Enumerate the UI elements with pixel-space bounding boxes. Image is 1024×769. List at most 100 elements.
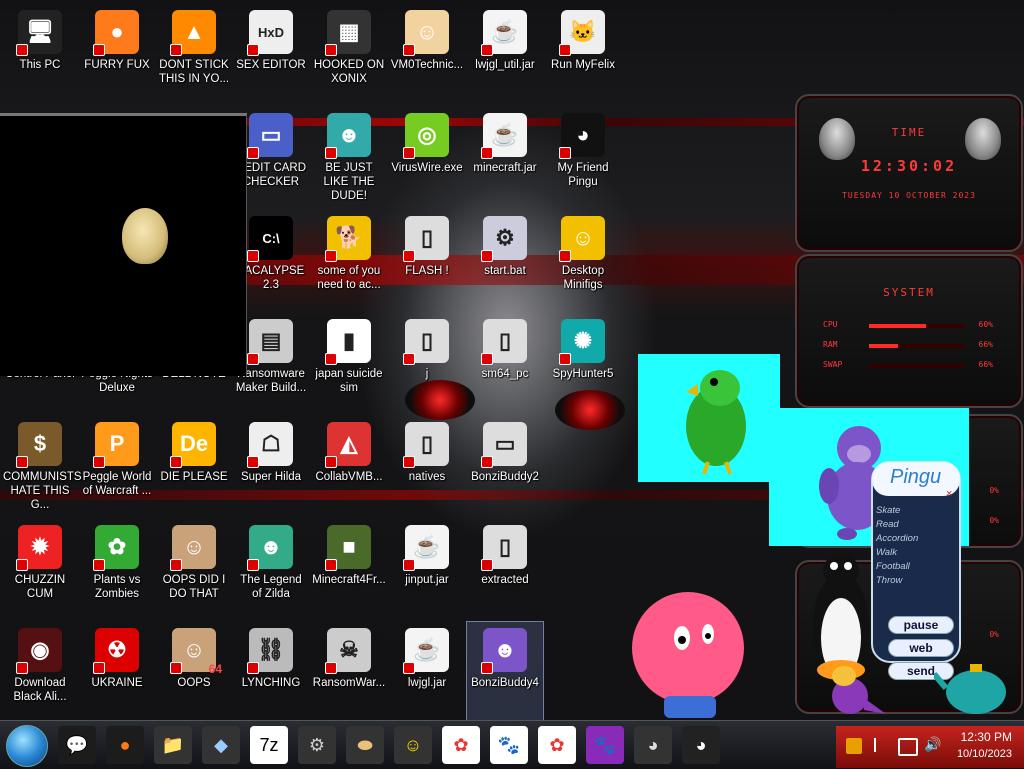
portrait-icon: ☺ 64 — [170, 628, 222, 676]
badge-64: 64 — [208, 662, 222, 676]
taskbar-chat-icon[interactable]: 💬 — [58, 726, 96, 764]
pingu-menu-item[interactable]: Accordion — [876, 532, 956, 546]
desktop-icon[interactable]: ☕ lwjgl.jar — [389, 622, 465, 720]
taskbar-pingu-icon[interactable]: ◕ — [682, 726, 720, 764]
taskbar-hello-kitty-icon[interactable]: ✿ — [538, 726, 576, 764]
shortcut-arrow-icon — [93, 456, 105, 468]
desktop-icon[interactable]: ▯ natives — [389, 416, 465, 516]
desktop-icon[interactable]: ▯ extracted — [467, 519, 543, 619]
shortcut-arrow-icon — [325, 662, 337, 674]
start-button[interactable] — [6, 725, 48, 767]
taskbar-mouse-icon[interactable]: ◕ — [634, 726, 672, 764]
desktop-icon[interactable]: 🖥 This PC — [2, 4, 78, 104]
desktop-icon[interactable]: $ COMMUNISTS HATE THIS G... — [2, 416, 82, 516]
desktop-icon-label: LYNCHING — [241, 677, 301, 689]
java-icon: ☕ — [481, 10, 527, 56]
desktop-icon[interactable]: P Peggle World of Warcraft ... — [79, 416, 155, 516]
desktop-icon[interactable]: ✹ CHUZZIN CUM — [2, 519, 78, 619]
desktop-icon[interactable]: ☺ Desktop Minifigs — [545, 210, 621, 310]
tray-date[interactable]: 10/10/2023 — [957, 748, 1012, 760]
system-stat-pct: 60% — [978, 320, 993, 329]
grass-block-icon: ■ — [325, 525, 371, 571]
desktop-icon[interactable]: ◕ My Friend Pingu — [545, 107, 621, 207]
taskbar-bread-icon[interactable]: ⬬ — [346, 726, 384, 764]
desktop-icon[interactable]: ✿ Plants vs Zombies — [79, 519, 155, 619]
desktop-icon[interactable]: ☕ lwjgl_util.jar — [467, 4, 543, 104]
pingu-menu-item[interactable]: Read — [876, 518, 956, 532]
desktop-icon-label: jinput.jar — [405, 574, 449, 586]
desktop-icon[interactable]: ☺ 64 OOPS — [156, 622, 232, 720]
desktop-icon-label: BonziBuddy2 — [471, 471, 539, 483]
pixel-game-icon: ☖ — [247, 422, 293, 468]
system-gadget[interactable]: SYSTEM CPU 60% RAM 66% SWAP 66% — [795, 254, 1023, 408]
desktop-icon[interactable]: ◉ Download Black Ali... — [2, 622, 78, 720]
flag-icon[interactable] — [874, 738, 890, 752]
desktop-icon[interactable]: ☕ minecraft.jar — [467, 107, 543, 207]
black-app-window[interactable] — [0, 113, 247, 376]
desktop-icon[interactable]: ▭ BonziBuddy2 — [467, 416, 543, 516]
desktop-icon[interactable]: ☻ The Legend of Zilda — [233, 519, 309, 619]
volume-icon[interactable]: 🔊 — [924, 736, 941, 753]
desktop-icon[interactable]: ☺ VM0Technic... — [389, 4, 465, 104]
taskbar-paw-icon[interactable]: 🐾 — [490, 726, 528, 764]
parrot-window[interactable] — [638, 354, 780, 482]
desktop-icon[interactable]: 🐱 Run MyFelix — [545, 4, 621, 104]
desktop-icon-label: VirusWire.exe — [391, 162, 463, 174]
taskbar-paw-purple-icon[interactable]: 🐾 — [586, 726, 624, 764]
desktop-icon[interactable]: ✺ SpyHunter5 — [545, 313, 621, 413]
desktop-icon[interactable]: ▯ sm64_pc — [467, 313, 543, 413]
taskbar-hello-kitty-icon[interactable]: ✿ — [442, 726, 480, 764]
taskbar-notes-icon[interactable]: ◆ — [202, 726, 240, 764]
taskbar-firefox-icon[interactable]: ● — [106, 726, 144, 764]
desktop-icon[interactable]: ▮ japan suicide sim — [311, 313, 387, 413]
pingu-menu-item[interactable]: Football — [876, 560, 956, 574]
desktop-icon[interactable]: ● FURRY FUX — [79, 4, 155, 104]
desktop-icon[interactable]: 🐕 some of you need to ac... — [311, 210, 387, 310]
document-icon: ▮ — [325, 319, 371, 365]
radiation-icon: ☢ — [93, 628, 139, 674]
desktop-icon[interactable]: HxD SEX EDITOR — [233, 4, 309, 104]
taskbar-setup-icon[interactable]: ⚙ — [298, 726, 336, 764]
network-icon[interactable] — [898, 738, 918, 756]
desktop-icon[interactable]: ▲ DONT STICK THIS IN YO... — [156, 4, 232, 104]
tray-time[interactable]: 12:30 PM — [961, 730, 1012, 744]
desktop-icon[interactable]: ▯ FLASH ! — [389, 210, 465, 310]
pingu-menu-item[interactable]: Throw — [876, 574, 956, 588]
desktop-icon[interactable]: ☻ BE JUST LIKE THE DUDE! — [311, 107, 387, 207]
taskbar-homer-icon[interactable]: ☺ — [394, 726, 432, 764]
desktop-icon[interactable]: ☖ Super Hilda — [233, 416, 309, 516]
desktop-icon-label: minecraft.jar — [473, 162, 537, 174]
teapot-icon — [934, 664, 1006, 714]
terminal-icon: C:\ — [247, 216, 293, 262]
taskbar-file-explorer-icon[interactable]: 📁 — [154, 726, 192, 764]
pingu-pause-button[interactable]: pause — [888, 616, 954, 634]
desktop-icon-label: RansomWar... — [312, 677, 386, 689]
tray-app-icon[interactable] — [846, 738, 862, 754]
desktop-icon[interactable]: ◭ CollabVMB... — [311, 416, 387, 516]
system-stat-pct: 66% — [978, 360, 993, 369]
desktop-icon-label: VM0Technic... — [390, 59, 464, 71]
desktop-icon[interactable]: ☕ jinput.jar — [389, 519, 465, 619]
desktop-icon[interactable]: ▯ j — [389, 313, 465, 413]
desktop-icon[interactable]: ⛓ LYNCHING — [233, 622, 309, 720]
desktop-icon-label: Desktop Minifigs — [561, 265, 605, 291]
close-icon[interactable]: × — [946, 488, 952, 500]
desktop-icon[interactable]: ☻ BonziBuddy4 — [466, 621, 544, 720]
desktop-icon[interactable]: De DIE PLEASE — [156, 416, 232, 516]
desktop-icon[interactable]: ◎ VirusWire.exe — [389, 107, 465, 207]
desktop-icon[interactable]: ☺ OOPS DID I DO THAT — [156, 519, 232, 619]
system-stat-label: CPU — [823, 320, 838, 329]
elf-icon: ☻ — [325, 113, 371, 159]
desktop-icon[interactable]: ⚙ start.bat — [467, 210, 543, 310]
taskbar-7zip-icon[interactable]: 7z — [250, 726, 288, 764]
pingu-menu-item[interactable]: Walk — [876, 546, 956, 560]
doctor-icon: ☺ — [403, 10, 449, 56]
desktop-icon[interactable]: ■ Minecraft4Fr... — [311, 519, 387, 619]
shortcut-arrow-icon — [16, 44, 28, 56]
clock-gadget[interactable]: TIME 12:30:02 TUESDAY 10 OCTOBER 2023 — [795, 94, 1023, 252]
desktop-icon[interactable]: ☠ RansomWar... — [311, 622, 387, 720]
pingu-menu-item[interactable]: Skate — [876, 504, 956, 518]
shortcut-arrow-icon — [247, 456, 259, 468]
desktop-icon[interactable]: ▦ HOOKED ON XONIX — [311, 4, 387, 104]
desktop-icon[interactable]: ☢ UKRAINE — [79, 622, 155, 720]
